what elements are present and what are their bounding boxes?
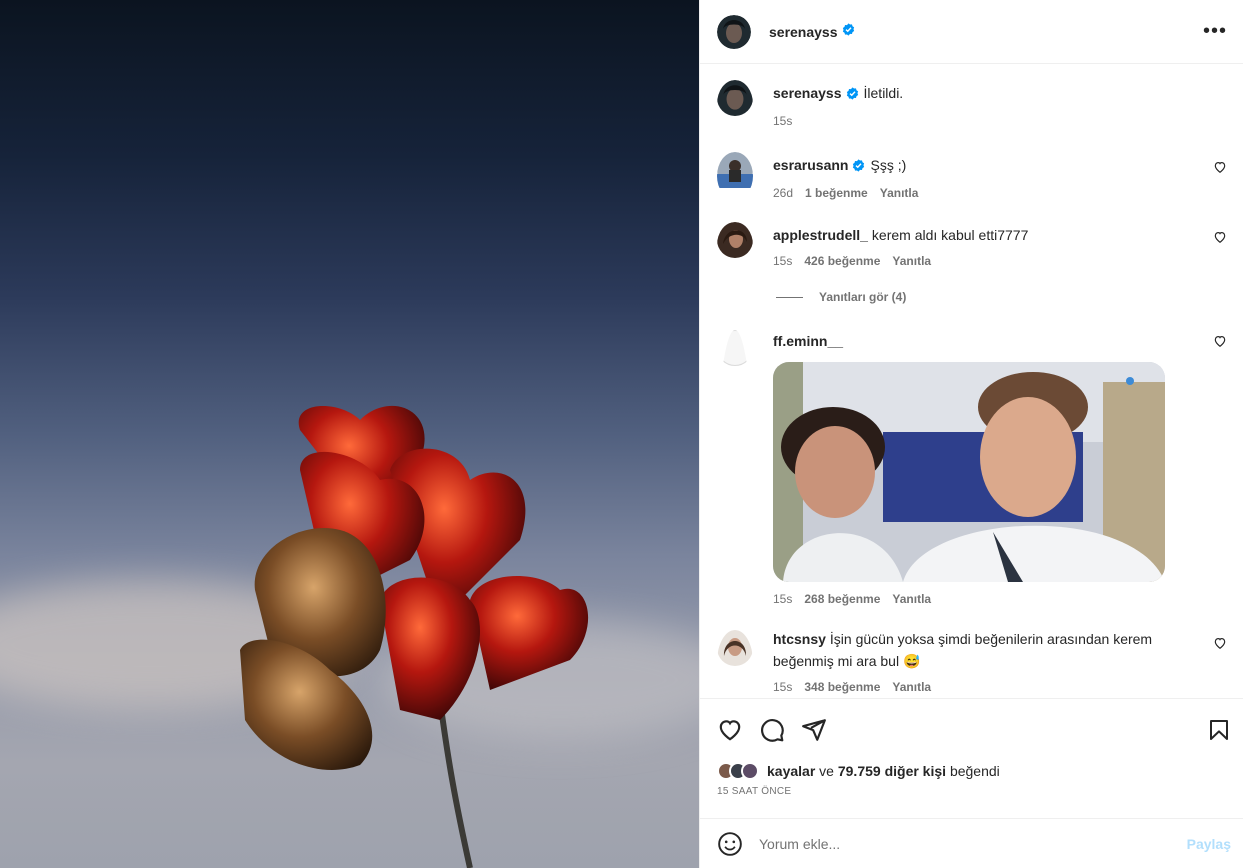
comment-username[interactable]: ff.eminn__ (773, 333, 843, 349)
comment-row: htcsnsy İşin gücün yoksa şimdi beğenileri… (717, 630, 1227, 694)
verified-badge-icon (846, 84, 859, 106)
post-details-panel: serenayss ••• serenayss İletildi. 15s es… (699, 0, 1243, 868)
reply-button[interactable]: Yanıtla (892, 680, 931, 694)
save-bookmark-icon[interactable] (1207, 718, 1231, 742)
comment-row: applestrudell_ kerem aldı kabul etti7777 … (717, 222, 1227, 268)
comment-time[interactable]: 15s (773, 680, 792, 694)
view-replies-label: Yanıtları gör (4) (819, 290, 907, 304)
comment-likes[interactable]: 268 beğenme (804, 592, 880, 606)
comment-bubble-icon[interactable] (759, 717, 785, 743)
comment-username[interactable]: applestrudell_ (773, 227, 868, 243)
likes-connector: ve (819, 763, 834, 779)
post-header: serenayss ••• (700, 0, 1243, 64)
avatar[interactable] (717, 630, 753, 694)
reply-button[interactable]: Yanıtla (892, 254, 931, 268)
gif-image (773, 362, 1165, 582)
like-comment-heart-icon[interactable] (1213, 160, 1227, 179)
like-comment-heart-icon[interactable] (1213, 334, 1227, 353)
comments-list[interactable]: serenayss İletildi. 15s esrarusann Şşş ;) … (700, 64, 1243, 698)
liker-avatars[interactable] (717, 762, 759, 780)
avatar[interactable] (717, 222, 753, 268)
likes-suffix: beğendi (949, 763, 1000, 779)
comment-likes[interactable]: 1 beğenme (805, 186, 868, 200)
comment-text: İşin gücün yoksa şimdi beğenilerin arası… (773, 631, 1153, 669)
comment-time[interactable]: 26d (773, 186, 793, 200)
more-options-icon[interactable]: ••• (1203, 20, 1227, 43)
comment-text: kerem aldı kabul etti7777 (871, 227, 1029, 243)
divider (776, 296, 803, 298)
like-heart-icon[interactable] (717, 717, 743, 743)
comment-text: Şşş ;) (870, 157, 907, 173)
share-send-icon[interactable] (801, 717, 827, 743)
avatar[interactable] (717, 152, 753, 200)
comment-likes[interactable]: 348 beğenme (804, 680, 880, 694)
comment-time[interactable]: 15s (773, 592, 792, 606)
post-photo[interactable] (0, 0, 699, 868)
post-timestamp[interactable]: 15 SAAT ÖNCE (700, 782, 1243, 797)
avatar[interactable] (717, 80, 753, 128)
caption-text: İletildi. (863, 85, 904, 101)
caption-row: serenayss İletildi. 15s (717, 80, 1227, 128)
like-comment-heart-icon[interactable] (1213, 636, 1227, 655)
likes-summary: kayalar ve 79.759 diğer kişi beğendi (700, 760, 1243, 782)
reply-button[interactable]: Yanıtla (880, 186, 919, 200)
likes-count-link[interactable]: 79.759 diğer kişi (838, 763, 946, 779)
reply-button[interactable]: Yanıtla (892, 592, 931, 606)
comment-gif[interactable] (773, 362, 1165, 582)
avatar (741, 762, 759, 780)
avatar[interactable] (717, 330, 753, 606)
comment-username[interactable]: esrarusann (773, 157, 848, 173)
post-actions-bar (700, 698, 1243, 760)
emoji-icon[interactable] (717, 831, 743, 857)
comment-likes[interactable]: 426 beğenme (804, 254, 880, 268)
comment-time[interactable]: 15s (773, 254, 792, 268)
post-modal: serenayss ••• serenayss İletildi. 15s es… (0, 0, 1243, 868)
comment-username[interactable]: htcsnsy (773, 631, 826, 647)
comment-row: ff.eminn__ 15s 268 beğenme Yanıtla (717, 330, 1227, 606)
verified-badge-icon (842, 22, 855, 41)
author-username[interactable]: serenayss (769, 24, 838, 40)
post-comment-button[interactable]: Paylaş (1187, 836, 1231, 852)
verified-badge-icon (852, 156, 865, 178)
avatar[interactable] (717, 14, 751, 49)
view-replies-button[interactable]: Yanıtları gör (4) (776, 290, 1227, 304)
balloons-illustration (240, 405, 589, 868)
liker-username[interactable]: kayalar (767, 763, 815, 779)
caption-username[interactable]: serenayss (773, 85, 842, 101)
add-comment-bar: Paylaş (700, 818, 1243, 868)
comment-row: esrarusann Şşş ;) 26d 1 beğenme Yanıtla (717, 152, 1227, 200)
like-comment-heart-icon[interactable] (1213, 230, 1227, 249)
caption-time[interactable]: 15s (773, 114, 792, 128)
comment-input[interactable] (759, 835, 1187, 852)
